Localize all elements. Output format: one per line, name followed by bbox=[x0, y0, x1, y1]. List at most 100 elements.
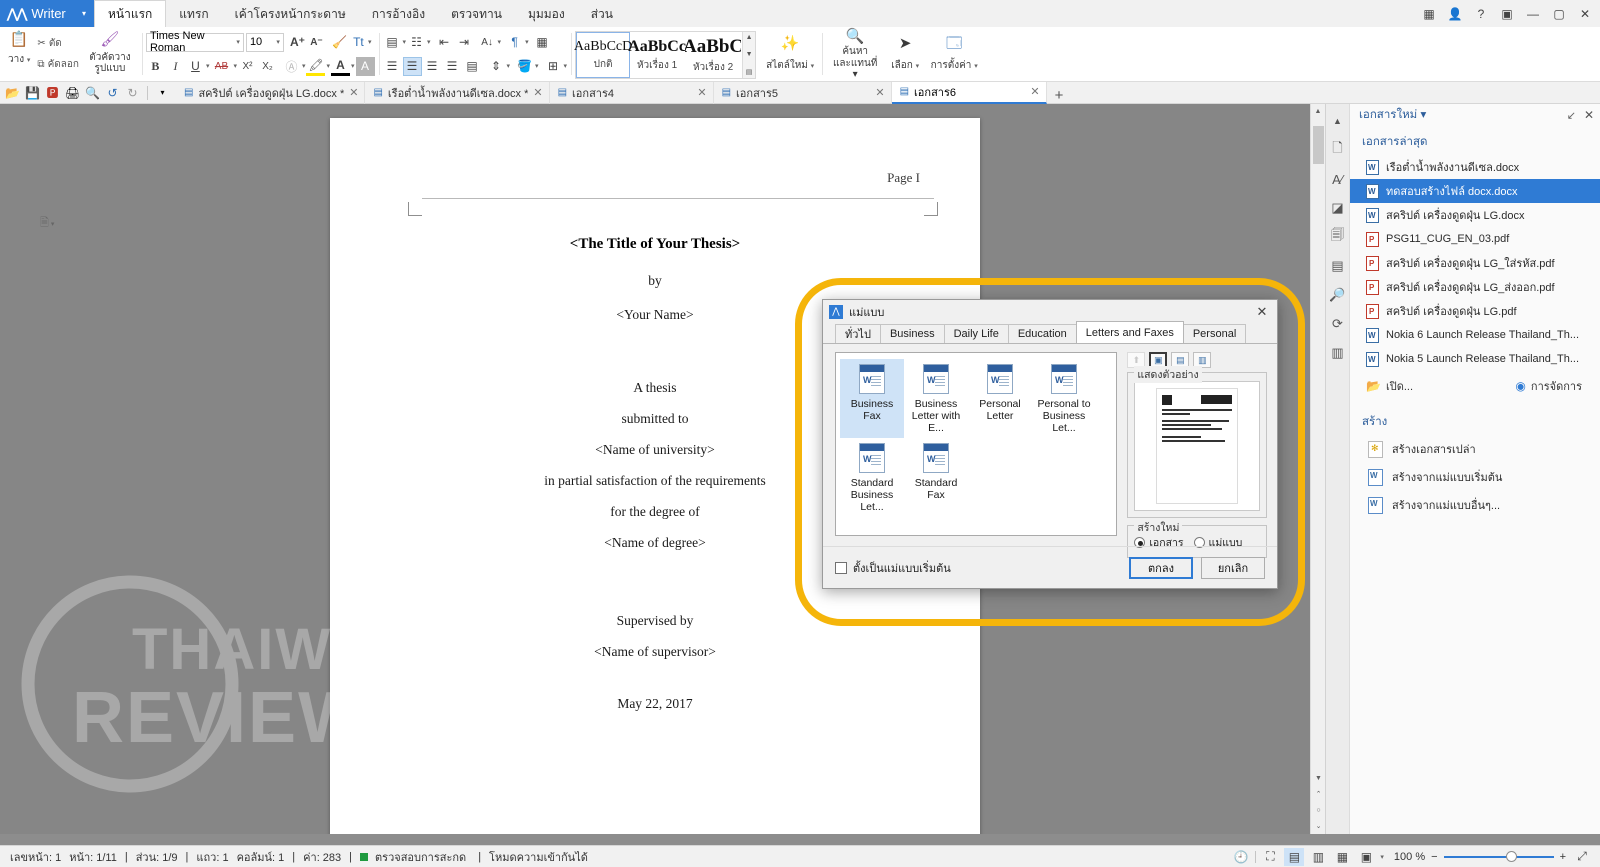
justify-button[interactable]: ☰ bbox=[443, 57, 462, 76]
numbering-button[interactable]: ☷ bbox=[407, 33, 426, 52]
outline-icon[interactable]: ▦ bbox=[1332, 848, 1352, 866]
cut-button[interactable]: ✂ ตัด bbox=[34, 35, 82, 52]
doc-tab-3-close-icon[interactable]: ✕ bbox=[697, 86, 706, 99]
format-painter-button[interactable]: 🖌 ตัวคัดวางรูปแบบ bbox=[82, 29, 138, 79]
template-personal-to-business-letter[interactable]: Personal to Business Let... bbox=[1032, 359, 1096, 438]
text-effects-caret-icon[interactable]: ▾ bbox=[368, 38, 372, 46]
select-button[interactable]: ➤ เลือก ▾ bbox=[884, 29, 926, 79]
doc-tab-2-close-icon[interactable]: ✕ bbox=[533, 86, 542, 99]
sidebar-close-icon[interactable]: ✕ bbox=[1584, 108, 1594, 122]
rail-pages-icon[interactable]: 🗐 bbox=[1327, 224, 1349, 250]
tab-view[interactable]: มุมมอง bbox=[515, 2, 578, 27]
tab-home[interactable]: หน้าแรก bbox=[94, 0, 167, 27]
tab-page-layout[interactable]: เค้าโครงหน้ากระดาษ bbox=[222, 2, 359, 27]
status-row[interactable]: แถว: 1 bbox=[192, 848, 232, 866]
dialog-tab-daily-life[interactable]: Daily Life bbox=[943, 324, 1009, 343]
rail-shapes-icon[interactable]: ◪ bbox=[1327, 195, 1349, 221]
cancel-button[interactable]: ยกเลิก bbox=[1201, 556, 1265, 579]
maximize-button[interactable]: ▢ bbox=[1546, 2, 1572, 26]
strikethrough-button[interactable]: AB bbox=[210, 57, 232, 76]
line-spacing-caret-icon[interactable]: ▾ bbox=[507, 62, 511, 70]
fit-page-icon[interactable]: ⤢ bbox=[1572, 848, 1592, 866]
paste-button[interactable]: 📋 วาง ▾ bbox=[4, 29, 34, 79]
web-layout-icon[interactable]: ▥ bbox=[1308, 848, 1328, 866]
find-replace-button[interactable]: 🔍 ค้นหา และแทนที่ ▾ bbox=[826, 28, 884, 80]
settings-button[interactable]: 🗔 การตั้งค่า ▾ bbox=[926, 29, 982, 79]
next-page-icon[interactable]: ⌄ bbox=[1311, 818, 1325, 834]
grow-font-button[interactable]: A⁺ bbox=[288, 33, 307, 52]
dialog-tab-business[interactable]: Business bbox=[879, 324, 945, 343]
font-color-button[interactable]: A bbox=[331, 57, 350, 76]
line-spacing-button[interactable]: ⇕ bbox=[487, 57, 506, 76]
font-size-select[interactable]: 10 ▾ bbox=[245, 32, 284, 52]
dialog-tab-education[interactable]: Education bbox=[1007, 324, 1077, 343]
align-center-button[interactable]: ☰ bbox=[402, 56, 422, 76]
decrease-indent-button[interactable]: ⇤ bbox=[435, 33, 454, 52]
template-list[interactable]: Business Fax Business Letter with E... P… bbox=[835, 352, 1118, 536]
style-scroll-down-icon[interactable]: ▼ bbox=[746, 51, 753, 58]
dialog-tab-personal[interactable]: Personal bbox=[1182, 324, 1247, 343]
recent-file-4[interactable]: PSG11_CUG_EN_03.pdf bbox=[1350, 227, 1600, 251]
print-preview-icon[interactable]: 🔍 bbox=[83, 83, 102, 102]
new-document-tab-button[interactable]: + bbox=[1047, 87, 1072, 104]
help-icon[interactable]: ? bbox=[1468, 2, 1494, 26]
shading-caret-icon[interactable]: ▾ bbox=[535, 62, 539, 70]
zoom-level-label[interactable]: 100 % bbox=[1394, 851, 1425, 863]
copy-button[interactable]: ⧉ คัดลอก bbox=[34, 56, 82, 73]
doc-tab-1-close-icon[interactable]: ✕ bbox=[349, 86, 358, 99]
scroll-up-icon[interactable]: ▲ bbox=[1311, 104, 1325, 119]
text-effects-button[interactable]: Tt bbox=[349, 33, 368, 52]
text-border-button[interactable]: Ⓐ bbox=[282, 57, 301, 76]
zoom-out-button[interactable]: − bbox=[1431, 851, 1437, 863]
set-default-template-checkbox[interactable] bbox=[835, 561, 847, 574]
scrollbar-thumb[interactable] bbox=[1313, 126, 1324, 164]
font-family-select[interactable]: Times New Roman ▾ bbox=[145, 30, 244, 54]
text-border-caret-icon[interactable]: ▾ bbox=[302, 62, 306, 70]
tab-references[interactable]: การอ้างอิง bbox=[359, 2, 438, 27]
rail-new-document-icon[interactable]: 🗋 bbox=[1327, 137, 1349, 163]
bullets-caret-icon[interactable]: ▾ bbox=[403, 38, 407, 46]
brand-dropdown-caret-icon[interactable]: ▾ bbox=[74, 0, 94, 27]
underline-button[interactable]: U bbox=[186, 57, 205, 76]
rail-scroll-up-icon[interactable]: ▲ bbox=[1327, 108, 1349, 134]
tab-review[interactable]: ตรวจทาน bbox=[438, 2, 515, 27]
style-heading-2[interactable]: AaBbC หัวเรื่อง 2 bbox=[684, 32, 742, 78]
clear-formatting-button[interactable]: 🧹 bbox=[330, 33, 349, 52]
sort-button[interactable]: A↓ bbox=[478, 33, 497, 52]
print-layout-icon[interactable]: ▤ bbox=[1284, 847, 1305, 866]
status-page-number[interactable]: เลขหน้า: 1 bbox=[6, 848, 65, 866]
status-pages[interactable]: หน้า: 1/11 bbox=[65, 848, 121, 866]
dialog-tab-letters-and-faxes[interactable]: Letters and Faxes bbox=[1075, 321, 1184, 343]
doc-tab-4[interactable]: ▤ เอกสาร5 ✕ bbox=[714, 81, 892, 104]
scroll-down-icon[interactable]: ▼ bbox=[1311, 770, 1325, 786]
status-column[interactable]: คอลัมน์: 1 bbox=[233, 848, 289, 866]
fullscreen-icon[interactable]: ⛶ bbox=[1260, 848, 1280, 866]
select-browse-object-icon[interactable]: ○ bbox=[1311, 802, 1325, 818]
increase-indent-button[interactable]: ⇥ bbox=[455, 33, 474, 52]
previous-page-icon[interactable]: ⌃ bbox=[1311, 786, 1325, 802]
create-from-other-template[interactable]: สร้างจากแม่แบบอื่นๆ... bbox=[1350, 491, 1600, 519]
distribute-button[interactable]: ▤ bbox=[463, 57, 482, 76]
manage-action[interactable]: ◉ การจัดการ bbox=[1515, 377, 1582, 395]
shading-button[interactable]: 🪣 bbox=[515, 57, 534, 76]
zoom-slider[interactable] bbox=[1443, 850, 1554, 864]
reading-caret-icon[interactable]: ▾ bbox=[1380, 853, 1384, 861]
create-blank-document[interactable]: สร้างเอกสารเปล่า bbox=[1350, 435, 1600, 463]
quick-access-more-icon[interactable]: ▾ bbox=[153, 83, 172, 102]
bold-button[interactable]: B bbox=[146, 57, 165, 76]
style-gallery-scroll[interactable]: ▲ ▼ ▤ bbox=[742, 32, 756, 78]
show-marks-caret-icon[interactable]: ▾ bbox=[525, 38, 529, 46]
template-personal-letter[interactable]: Personal Letter bbox=[968, 359, 1032, 438]
grid-icon[interactable]: ▦ bbox=[1416, 2, 1442, 26]
doc-tab-5-close-icon[interactable]: ✕ bbox=[1030, 85, 1039, 98]
print-icon[interactable]: 🖨 bbox=[63, 83, 82, 102]
ok-button[interactable]: ตกลง bbox=[1129, 556, 1193, 579]
set-default-template-checkbox-row[interactable]: ตั้งเป็นแม่แบบเริ่มต้น bbox=[835, 559, 951, 577]
export-pdf-icon[interactable]: 🅿 bbox=[43, 83, 62, 102]
bullets-button[interactable]: ▤ bbox=[383, 33, 402, 52]
borders-button[interactable]: ⊞ bbox=[544, 57, 563, 76]
reading-icon[interactable]: ▣ bbox=[1356, 848, 1376, 866]
app-brand[interactable]: ⋀⋀ Writer bbox=[0, 0, 74, 27]
recent-file-9[interactable]: Nokia 5 Launch Release Thailand_Th... bbox=[1350, 347, 1600, 371]
status-section[interactable]: ส่วน: 1/9 bbox=[132, 848, 182, 866]
